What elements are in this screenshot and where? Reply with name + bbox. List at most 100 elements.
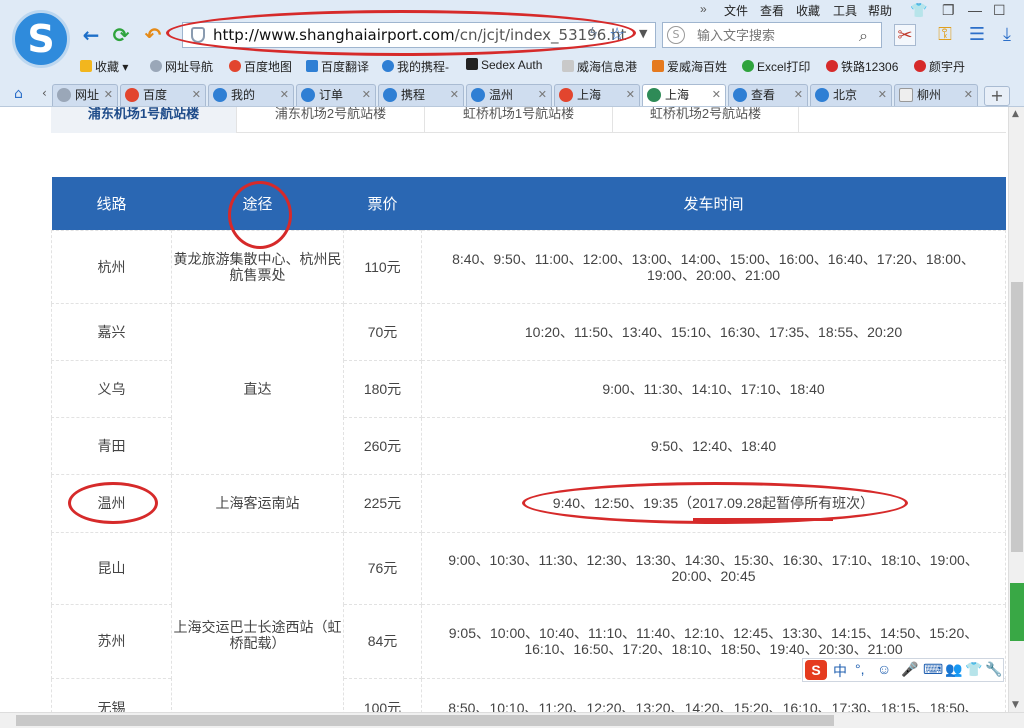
menu-tools[interactable]: 工具 (833, 2, 857, 19)
bookmark-item[interactable]: Sedex Auth (466, 58, 542, 72)
download-icon[interactable]: ⤓ (996, 24, 1018, 46)
ctrip-icon (383, 88, 397, 102)
sedex-icon (466, 58, 478, 70)
airport-icon (647, 88, 661, 102)
bookmark-item[interactable]: 百度地图 (229, 58, 292, 75)
chevron-left-icon[interactable]: ‹ (42, 86, 47, 100)
browser-tab[interactable]: 网址 ✕ (52, 84, 118, 106)
ctrip-icon (382, 60, 394, 72)
side-widget[interactable] (1010, 583, 1024, 641)
globe-icon (57, 88, 71, 102)
user-icon (914, 60, 926, 72)
bookmark-item[interactable]: 颜宇丹 (914, 58, 965, 75)
close-icon[interactable]: ✕ (712, 85, 721, 105)
scroll-up-icon[interactable]: ▲ (1012, 109, 1019, 119)
scroll-down-icon[interactable]: ▼ (1012, 700, 1019, 710)
cell-times: 9:40、12:50、19:35（2017.09.28起暂停所有班次） (421, 473, 1006, 533)
browser-tab-active[interactable]: 上海 ✕ (642, 84, 726, 106)
tab-hongqiao-t2[interactable]: 虹桥机场2号航站楼 (613, 107, 799, 133)
search-box[interactable]: S ⌕ (662, 22, 882, 48)
close-icon[interactable]: ✕ (280, 85, 289, 105)
paw-icon (652, 60, 664, 72)
bookmark-item[interactable]: 铁路12306 (826, 58, 898, 75)
scissors-icon[interactable]: ✂ (894, 24, 916, 46)
browser-tab[interactable]: 温州 ✕ (466, 84, 552, 106)
table-row: 杭州 黄龙旅游集散中心、杭州民航售票处 110元 8:40、9:50、11:00… (51, 229, 1006, 304)
cell-line: 温州 (51, 473, 172, 533)
tab-pudong-t1[interactable]: 浦东机场1号航站楼 (51, 107, 237, 133)
close-icon[interactable]: ✕ (538, 85, 547, 105)
browser-tab[interactable]: 柳州 ✕ (894, 84, 978, 106)
close-icon[interactable]: ✕ (878, 85, 887, 105)
menu-help[interactable]: 帮助 (868, 2, 892, 19)
ctrip-icon (815, 88, 829, 102)
users-icon[interactable]: 👥 (945, 661, 962, 678)
vertical-scrollbar[interactable]: ▲ ▼ (1008, 107, 1024, 712)
close-icon[interactable]: ✕ (104, 85, 113, 105)
undo-button[interactable]: ↶ (142, 24, 164, 46)
ime-chinese-mode[interactable]: 中 (833, 661, 847, 681)
cell-price: 260元 (343, 416, 422, 475)
refresh-button[interactable]: ⟳ (110, 24, 132, 46)
bookmark-item[interactable]: 威海信息港 (562, 58, 637, 75)
close-icon[interactable]: ✕ (450, 85, 459, 105)
restore-icon[interactable]: ❐ (942, 2, 955, 19)
close-icon[interactable]: ✕ (626, 85, 635, 105)
browser-tab[interactable]: 我的 ✕ (208, 84, 294, 106)
bookmark-item[interactable]: 爱威海百姓 (652, 58, 727, 75)
wrench-icon[interactable]: 🔧 (985, 661, 1002, 678)
browser-tab[interactable]: 携程 ✕ (378, 84, 464, 106)
excel-icon (742, 60, 754, 72)
header-times: 发车时间 (421, 177, 1006, 230)
bookmark-item[interactable]: 百度翻译 (306, 58, 369, 75)
home-icon[interactable]: ⌂ (14, 86, 23, 102)
maximize-icon[interactable]: ☐ (993, 2, 1006, 19)
browser-tab[interactable]: 百度 ✕ (120, 84, 206, 106)
tab-pudong-t2[interactable]: 浦东机场2号航站楼 (237, 107, 425, 133)
cell-line: 杭州 (51, 229, 172, 304)
double-chevron-icon[interactable]: » (700, 2, 707, 16)
cell-price: 225元 (343, 473, 422, 533)
browser-tab[interactable]: 北京 ✕ (810, 84, 892, 106)
skin-icon[interactable]: 👕 (965, 661, 982, 678)
browser-tab[interactable]: 上海 ✕ (554, 84, 640, 106)
new-tab-button[interactable]: + (984, 86, 1010, 106)
chevron-down-icon[interactable]: ▼ (639, 27, 647, 40)
cell-times: 9:50、12:40、18:40 (421, 416, 1006, 475)
scrollbar-thumb[interactable] (16, 715, 834, 726)
skin-icon[interactable]: 👕 (910, 2, 927, 19)
minimize-icon[interactable]: — (968, 2, 982, 18)
bookmark-item[interactable]: 网址导航 (150, 58, 213, 75)
keyboard-icon[interactable]: ⌨ (923, 661, 943, 678)
cell-price: 100元 (343, 677, 422, 712)
browser-logo-icon[interactable]: S (12, 10, 70, 68)
bookmark-favorites[interactable]: 收藏 ▾ (80, 58, 128, 75)
close-icon[interactable]: ✕ (964, 85, 973, 105)
bookmark-item[interactable]: 我的携程- (382, 58, 449, 75)
menu-favorites[interactable]: 收藏 (796, 2, 820, 19)
horizontal-scrollbar[interactable] (0, 712, 1024, 728)
grid-icon[interactable]: ☰ (966, 24, 988, 46)
tab-hongqiao-t1[interactable]: 虹桥机场1号航站楼 (425, 107, 613, 133)
browser-tab[interactable]: 订单 ✕ (296, 84, 376, 106)
close-icon[interactable]: ✕ (192, 85, 201, 105)
map-pin-icon (125, 88, 139, 102)
cell-line: 苏州 (51, 603, 172, 679)
close-icon[interactable]: ✕ (362, 85, 371, 105)
close-icon[interactable]: ✕ (794, 85, 803, 105)
browser-tab[interactable]: 查看 ✕ (728, 84, 808, 106)
key-icon[interactable]: ⚿ (934, 24, 956, 46)
microphone-icon[interactable]: 🎤 (901, 661, 918, 678)
search-input[interactable] (697, 27, 847, 45)
smiley-icon[interactable]: ☺ (877, 661, 891, 677)
menu-view[interactable]: 查看 (760, 2, 784, 19)
sogou-ime-icon[interactable]: S (805, 660, 827, 680)
ime-punctuation[interactable]: °, (855, 661, 865, 677)
scrollbar-thumb[interactable] (1011, 282, 1023, 552)
menu-file[interactable]: 文件 (724, 2, 748, 19)
search-icon[interactable]: ⌕ (859, 26, 868, 46)
search-engine-icon[interactable]: S (667, 26, 685, 44)
back-button[interactable]: ← (80, 24, 102, 46)
bookmarks-bar: 收藏 ▾ 网址导航 百度地图 百度翻译 我的携程- Sedex Auth 威海信… (72, 56, 1024, 76)
bookmark-item[interactable]: Excel打印 (742, 58, 810, 75)
